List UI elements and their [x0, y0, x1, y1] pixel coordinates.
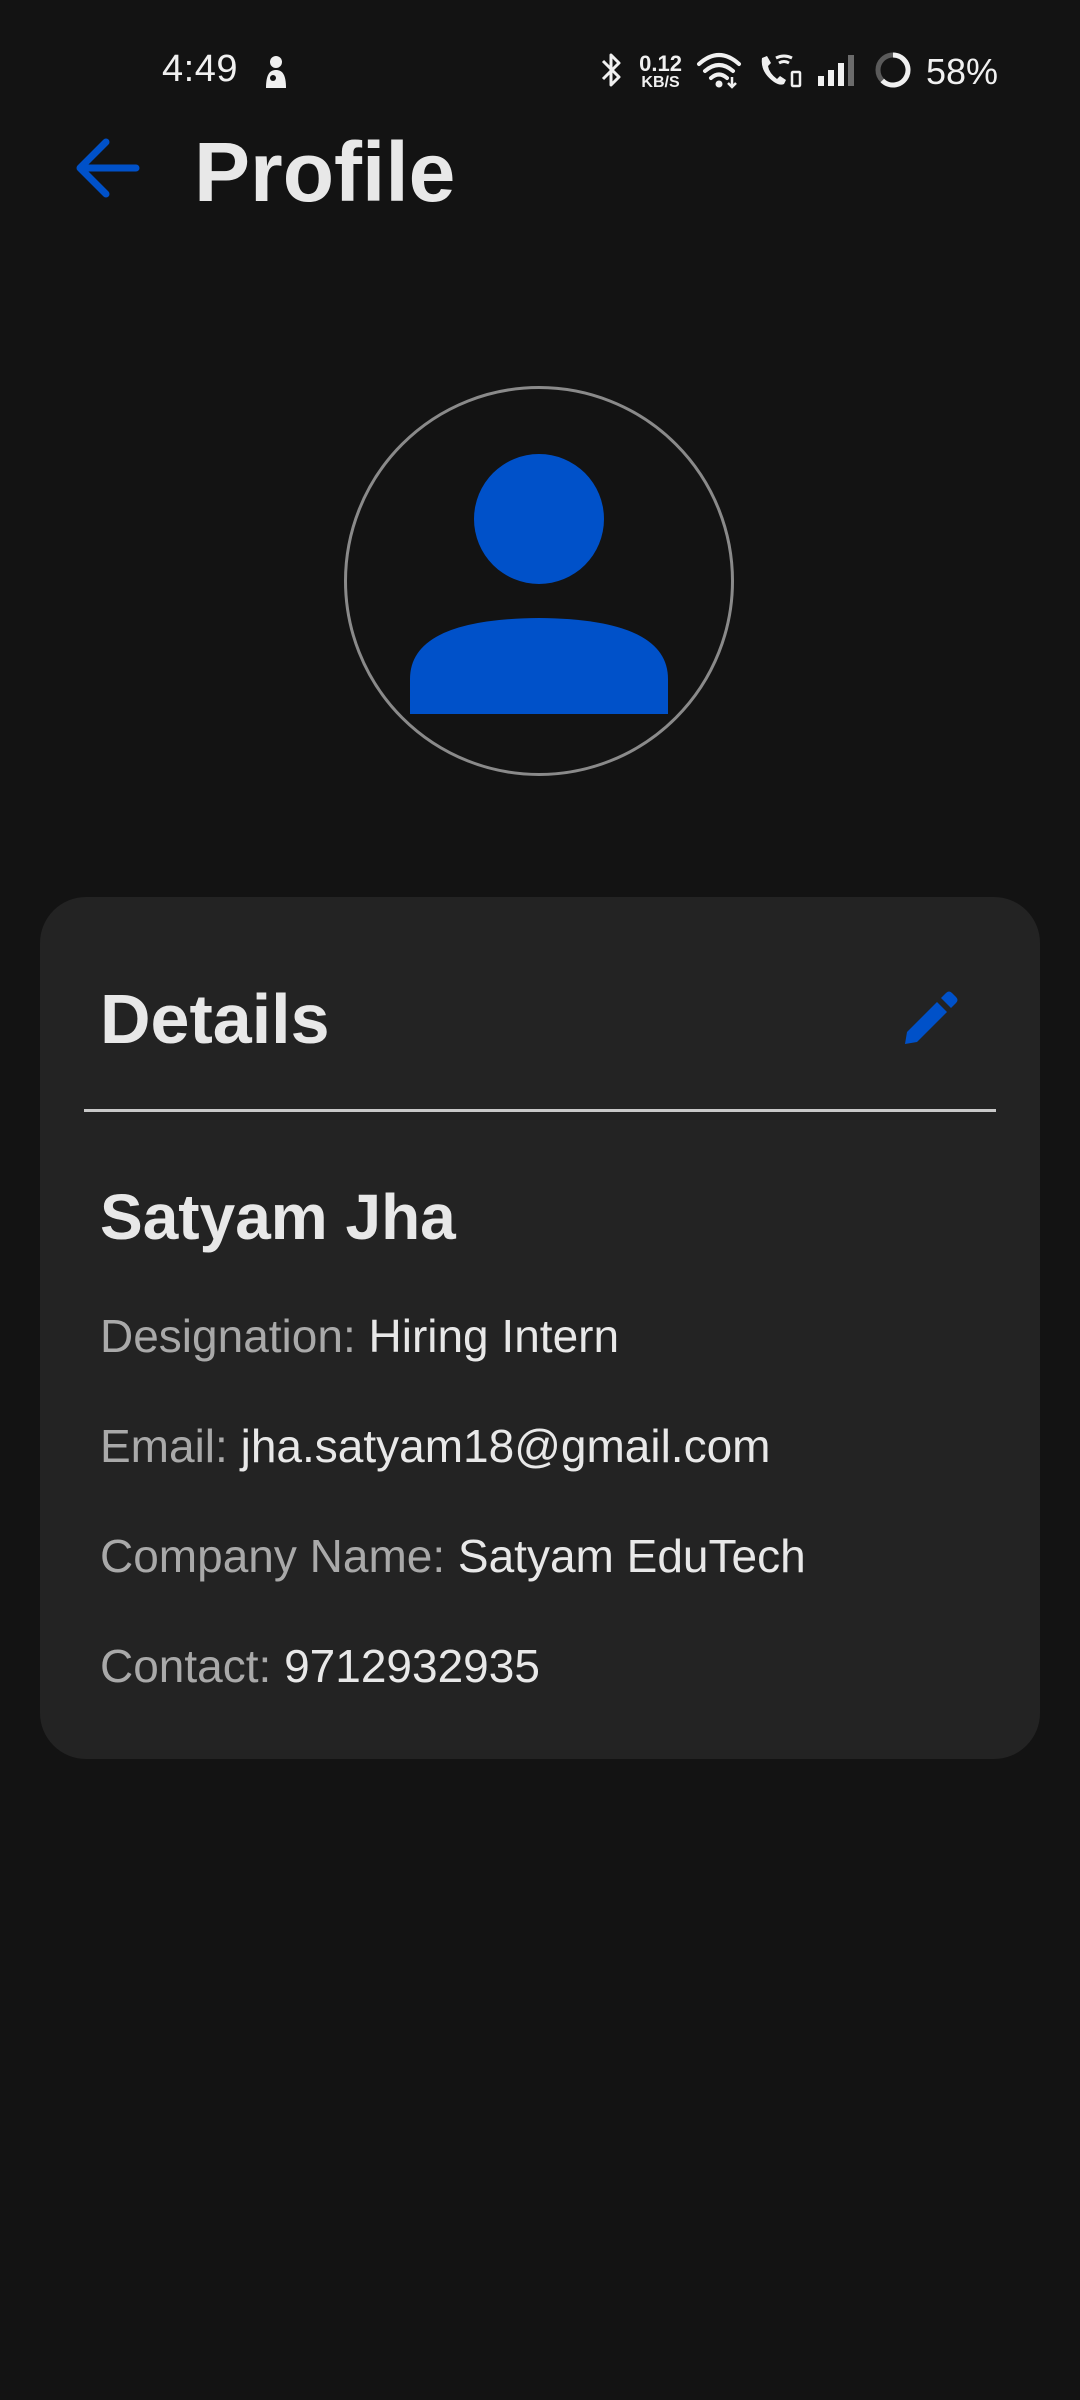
profile-name: Satyam Jha [100, 1181, 456, 1253]
net-speed-value: 0.12 [639, 51, 682, 76]
avatar [344, 386, 734, 776]
details-title: Details [100, 980, 330, 1058]
back-button[interactable] [70, 130, 146, 206]
notification-icon [260, 54, 292, 90]
status-icons: 0.12 KB/S 58% [599, 48, 998, 96]
profile-screen: 4:49 0.12 KB/S 58% Profile Details Satya… [0, 0, 1080, 2400]
designation-label: Designation: [100, 1310, 369, 1362]
company-row: Company Name: Satyam EduTech [100, 1529, 806, 1583]
status-time: 4:49 [162, 48, 238, 90]
wifi-calling-icon [756, 50, 802, 95]
contact-value: 9712932935 [284, 1640, 540, 1692]
app-bar: Profile [0, 120, 1080, 216]
pencil-icon [905, 991, 958, 1044]
page-title: Profile [194, 125, 456, 219]
email-label: Email: [100, 1420, 241, 1472]
status-bar: 4:49 0.12 KB/S 58% [0, 0, 1080, 140]
battery-icon [874, 51, 912, 94]
details-card: Details Satyam Jha Designation: Hiring I… [40, 897, 1040, 1759]
person-icon [410, 454, 668, 714]
contact-row: Contact: 9712932935 [100, 1639, 540, 1693]
bluetooth-icon [599, 50, 625, 95]
company-label: Company Name: [100, 1530, 458, 1582]
net-speed-unit: KB/S [641, 74, 680, 91]
designation-row: Designation: Hiring Intern [100, 1309, 619, 1363]
company-value: Satyam EduTech [457, 1530, 806, 1582]
email-row: Email: jha.satyam18@gmail.com [100, 1419, 771, 1473]
arrow-left-icon [76, 138, 140, 198]
contact-label: Contact: [100, 1640, 285, 1692]
battery-percent: 58% [925, 51, 998, 92]
edit-button[interactable] [882, 973, 976, 1067]
email-value: jha.satyam18@gmail.com [240, 1420, 771, 1472]
net-speed: 0.12 KB/S [639, 53, 682, 91]
designation-value: Hiring Intern [368, 1310, 620, 1362]
details-divider [84, 1109, 996, 1112]
wifi-icon [696, 50, 742, 95]
details-header: Details [40, 897, 1040, 1111]
signal-icon [816, 52, 860, 93]
